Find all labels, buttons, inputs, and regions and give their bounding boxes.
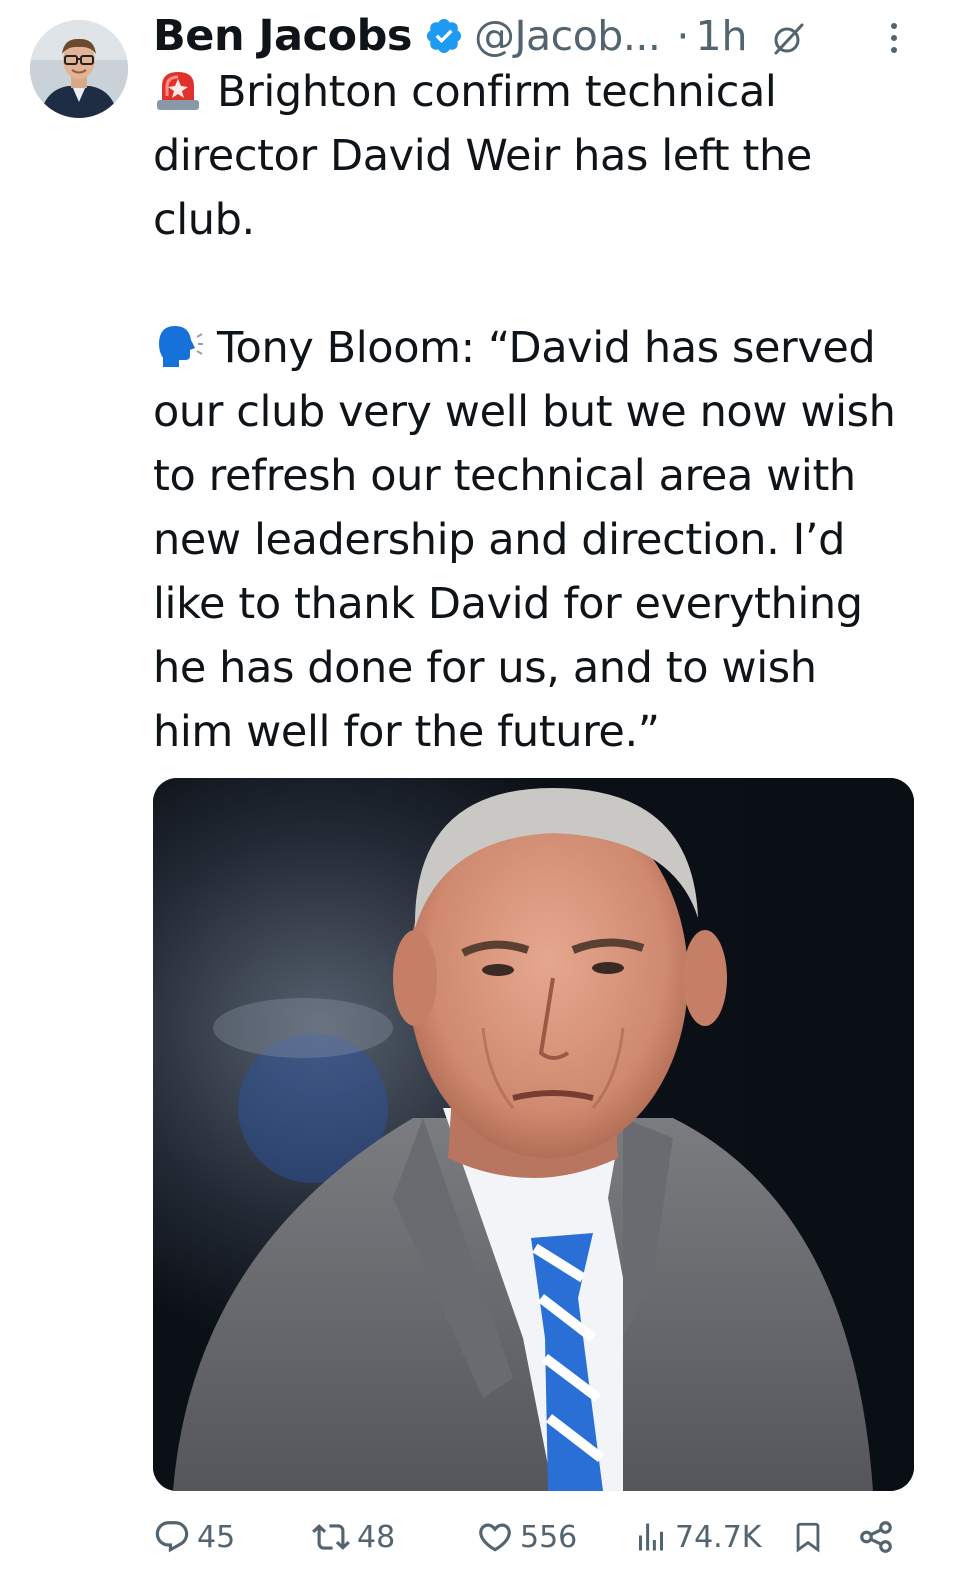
bookmark-button[interactable]	[791, 1510, 825, 1564]
tweet-line: director David Weir has left the	[153, 131, 812, 181]
tweet-timestamp[interactable]: 1h	[695, 12, 747, 60]
photo-man-in-suit	[153, 778, 914, 1491]
reply-icon	[155, 1521, 189, 1553]
like-count: 556	[520, 1519, 578, 1555]
reply-button[interactable]: 45	[153, 1510, 235, 1564]
rotating-light-icon	[153, 66, 203, 112]
tweet-line: him well for the future.”	[153, 707, 660, 757]
share-button[interactable]	[857, 1510, 895, 1564]
views-count: 74.7K	[675, 1519, 762, 1555]
like-button[interactable]: 556	[476, 1510, 577, 1564]
bookmark-icon	[796, 1522, 820, 1553]
tweet-line: Tony Bloom: “David has served	[217, 323, 876, 373]
speaking-head-icon	[153, 322, 203, 368]
tweet-action-bar: 45 48 556 74.7K	[153, 1510, 913, 1564]
profile-photo	[30, 20, 128, 118]
separator-dot: ·	[676, 12, 690, 60]
repost-icon	[312, 1524, 350, 1550]
tweet-line: Brighton confirm technical	[217, 67, 777, 117]
tweet-line: new leadership and direction. I’d	[153, 515, 846, 565]
more-options-icon[interactable]	[884, 20, 904, 56]
tweet-line: to refresh our technical area with	[153, 451, 856, 501]
tweet-paragraph-2: Tony Bloom: “David has served our club v…	[153, 316, 923, 764]
tweet-media-photo[interactable]	[153, 778, 914, 1491]
tweet-text: Brighton confirm technical director Davi…	[153, 60, 923, 764]
views-button[interactable]: 74.7K	[633, 1510, 761, 1564]
author-handle[interactable]: @Jacob...	[474, 12, 661, 60]
views-chart-icon	[639, 1523, 663, 1551]
heart-icon	[479, 1523, 511, 1552]
share-icon	[860, 1521, 892, 1553]
avatar[interactable]	[30, 20, 128, 118]
tweet-line: our club very well but we now wish	[153, 387, 896, 437]
tweet-line: he has done for us, and to wish	[153, 643, 817, 693]
tweet-paragraph-1: Brighton confirm technical director Davi…	[153, 60, 923, 252]
reply-count: 45	[197, 1519, 236, 1555]
tweet-line: club.	[153, 195, 255, 245]
grok-icon[interactable]	[770, 18, 806, 55]
verified-badge-icon[interactable]	[424, 16, 464, 56]
repost-count: 48	[357, 1519, 396, 1555]
tweet-line: like to thank David for everything	[153, 579, 863, 629]
author-display-name[interactable]: Ben Jacobs	[153, 11, 412, 61]
tweet-header: Ben Jacobs @Jacob... · 1h	[153, 8, 913, 64]
repost-button[interactable]: 48	[311, 1510, 395, 1564]
